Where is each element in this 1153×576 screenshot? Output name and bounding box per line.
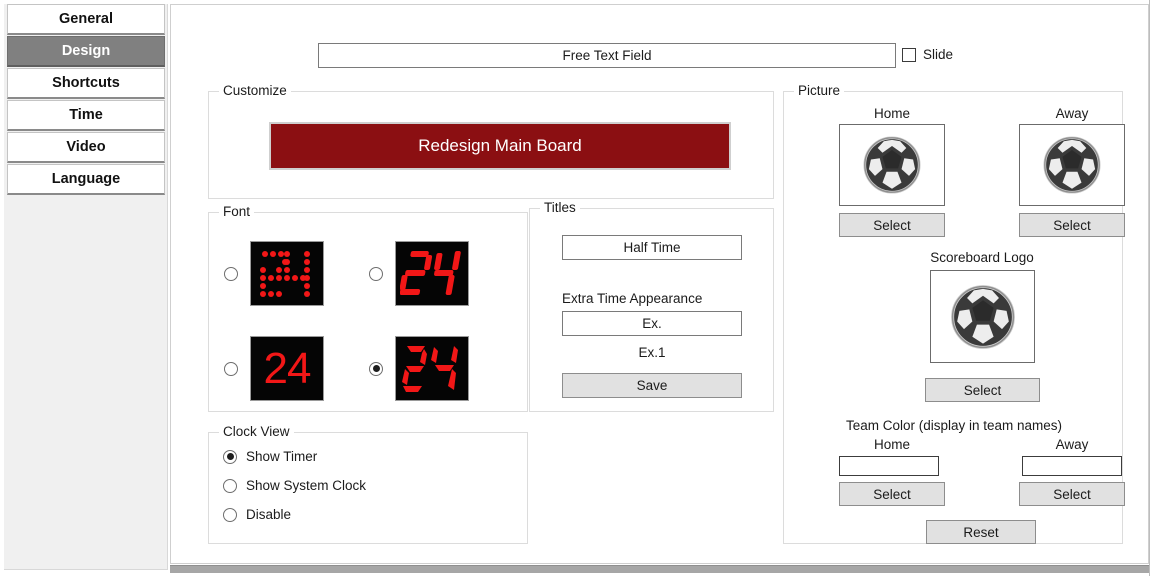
sidebar-item-label: Language	[51, 171, 121, 187]
font-option-seven-seg-italic[interactable]	[369, 241, 469, 306]
titles-groupbox: Titles Half Time Extra Time Appearance E…	[529, 200, 774, 412]
extra-time-preview: Ex.1	[638, 345, 666, 360]
font-option-radio[interactable]	[369, 266, 383, 281]
clock-view-option-label: Disable	[246, 507, 292, 522]
team-color-home-select-label: Select	[873, 486, 911, 502]
clock-view-option-show-timer[interactable]: Show Timer	[223, 449, 317, 464]
clock-view-groupbox: Clock View Show Timer Show System Clock …	[208, 424, 528, 544]
redesign-main-board-button[interactable]: Redesign Main Board	[269, 122, 731, 170]
slide-checkbox[interactable]	[902, 47, 916, 62]
team-color-away-select-label: Select	[1053, 486, 1091, 502]
font-preview-digits: 24	[263, 343, 312, 393]
extra-time-value: Ex.	[642, 316, 662, 331]
sidebar-item-video[interactable]: Video	[7, 132, 165, 163]
scoreboard-logo-select-button[interactable]: Select	[925, 378, 1040, 402]
clock-view-option-label: Show Timer	[246, 449, 318, 464]
sidebar-item-label: Shortcuts	[52, 75, 120, 91]
extra-time-appearance-label: Extra Time Appearance	[562, 291, 703, 306]
home-picture-label: Home	[873, 106, 910, 121]
clock-view-option-label: Show System Clock	[246, 478, 367, 493]
away-picture-select-label: Select	[1053, 217, 1091, 233]
sidebar-item-time[interactable]: Time	[7, 100, 165, 131]
away-picture-label: Away	[1055, 106, 1089, 121]
font-option-radio[interactable]	[224, 361, 238, 376]
scoreboard-logo-select-label: Select	[963, 382, 1002, 398]
team-color-home-label: Home	[873, 437, 910, 452]
sidebar-item-label: Time	[69, 107, 103, 123]
reset-label: Reset	[963, 524, 999, 540]
sidebar-item-design[interactable]: Design	[7, 36, 165, 67]
free-text-value: Free Text Field	[562, 48, 652, 63]
home-picture-select-button[interactable]: Select	[839, 213, 945, 237]
font-option-dot-matrix[interactable]	[224, 241, 324, 306]
slide-label: Slide	[923, 47, 954, 62]
away-picture-preview[interactable]	[1019, 124, 1125, 206]
font-groupbox: Font 24	[208, 204, 528, 412]
soccer-ball-icon	[1043, 136, 1101, 194]
half-time-input[interactable]: Half Time	[562, 235, 742, 260]
team-color-away-select-button[interactable]: Select	[1019, 482, 1125, 506]
save-button[interactable]: Save	[562, 373, 742, 398]
clock-view-option-show-system-clock[interactable]: Show System Clock	[223, 478, 366, 493]
team-color-label: Team Color (display in team names)	[845, 418, 1063, 433]
sidebar-item-general[interactable]: General	[7, 4, 165, 35]
scoreboard-logo-preview[interactable]	[930, 270, 1035, 363]
away-picture-select-button[interactable]: Select	[1019, 213, 1125, 237]
clock-view-radio[interactable]	[223, 507, 237, 522]
scoreboard-logo-label: Scoreboard Logo	[930, 250, 1034, 265]
team-color-away-swatch[interactable]	[1022, 456, 1122, 476]
sidebar-item-label: General	[59, 11, 113, 27]
clock-view-title: Clock View	[219, 424, 294, 439]
soccer-ball-icon	[950, 284, 1015, 349]
team-color-away-label: Away	[1055, 437, 1089, 452]
font-preview-seven-seg-bold[interactable]	[395, 336, 469, 401]
clock-view-option-disable[interactable]: Disable	[223, 507, 291, 522]
font-option-plain-bold[interactable]: 24	[224, 336, 324, 401]
design-panel: Free Text Field Slide Customize Redesign…	[170, 4, 1149, 564]
sidebar-item-label: Video	[66, 139, 106, 155]
home-picture-preview[interactable]	[839, 124, 945, 206]
window-right-edge	[1149, 0, 1153, 576]
home-picture-select-label: Select	[873, 217, 911, 233]
settings-window: General Design Shortcuts Time Video Lang…	[0, 0, 1153, 576]
picture-title: Picture	[794, 83, 845, 98]
font-option-seven-seg-bold[interactable]	[369, 336, 469, 401]
clock-view-radio[interactable]	[223, 478, 237, 493]
team-color-home-swatch[interactable]	[839, 456, 939, 476]
sidebar-tab-list: General Design Shortcuts Time Video Lang…	[4, 4, 168, 570]
redesign-main-board-label: Redesign Main Board	[418, 136, 582, 155]
font-preview-plain-bold[interactable]: 24	[250, 336, 324, 401]
font-preview-seven-seg-italic[interactable]	[395, 241, 469, 306]
sidebar-item-language[interactable]: Language	[7, 164, 165, 195]
font-option-radio[interactable]	[224, 266, 238, 281]
reset-button[interactable]: Reset	[926, 520, 1036, 544]
free-text-input[interactable]: Free Text Field	[318, 43, 896, 68]
save-label: Save	[636, 378, 668, 393]
soccer-ball-icon	[863, 136, 921, 194]
customize-title: Customize	[219, 83, 291, 98]
font-option-radio[interactable]	[369, 361, 383, 376]
font-title: Font	[219, 204, 255, 219]
picture-groupbox: Picture Home Select Away Select Scoreboa…	[783, 83, 1125, 544]
slide-checkbox-row[interactable]: Slide	[902, 47, 953, 62]
sidebar-item-label: Design	[61, 43, 111, 59]
customize-groupbox: Customize Redesign Main Board	[208, 83, 774, 199]
titles-title: Titles	[540, 200, 580, 215]
horizontal-scrollbar[interactable]	[170, 565, 1149, 573]
clock-view-radio[interactable]	[223, 449, 237, 464]
sidebar-item-shortcuts[interactable]: Shortcuts	[7, 68, 165, 99]
extra-time-input[interactable]: Ex.	[562, 311, 742, 336]
team-color-home-select-button[interactable]: Select	[839, 482, 945, 506]
font-preview-dot-matrix[interactable]	[250, 241, 324, 306]
half-time-value: Half Time	[623, 240, 681, 255]
